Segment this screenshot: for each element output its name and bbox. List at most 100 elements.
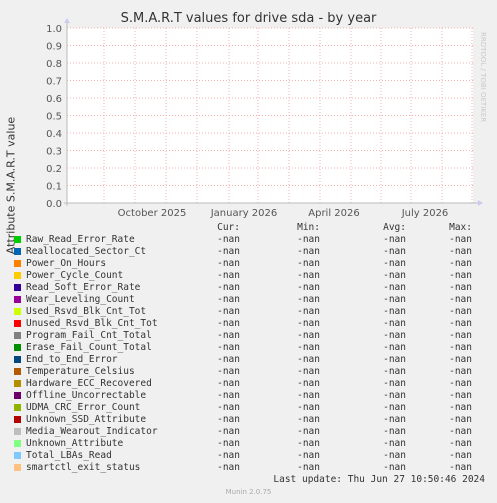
legend-series-name: smartctl_exit_status [26, 462, 141, 473]
legend-value-cur: -nan [217, 462, 240, 473]
legend-value-cur: -nan [217, 426, 240, 437]
legend-value-avg: -nan [383, 330, 406, 341]
legend-row: UDMA_CRC_Error_Count -nan -nan -nan -nan [0, 402, 497, 414]
legend-series-name: Used_Rsvd_Blk_Cnt_Tot [26, 306, 147, 317]
legend-value-cur: -nan [217, 438, 240, 449]
legend-row: Reallocated_Sector_Ct -nan -nan -nan -nan [0, 246, 497, 258]
legend-value-avg: -nan [383, 426, 406, 437]
legend-value-max: -nan [449, 234, 472, 245]
legend-row: Total_LBAs_Read -nan -nan -nan -nan [0, 450, 497, 462]
legend-value-cur: -nan [217, 414, 240, 425]
legend-value-cur: -nan [217, 294, 240, 305]
legend-swatch [14, 428, 21, 435]
legend-swatch [14, 404, 21, 411]
legend-value-avg: -nan [383, 450, 406, 461]
legend-swatch [14, 356, 21, 363]
legend-swatch [14, 308, 21, 315]
legend-series-name: Total_LBAs_Read [26, 450, 112, 461]
legend-row: Raw_Read_Error_Rate -nan -nan -nan -nan [0, 234, 497, 246]
legend-row: Unknown_Attribute -nan -nan -nan -nan [0, 438, 497, 450]
legend-series-name: End_to_End_Error [26, 354, 118, 365]
legend-value-min: -nan [297, 390, 320, 401]
legend-value-avg: -nan [383, 366, 406, 377]
legend-value-min: -nan [297, 246, 320, 257]
legend-series-name: UDMA_CRC_Error_Count [26, 402, 141, 413]
legend-value-cur: -nan [217, 234, 240, 245]
legend-swatch [14, 464, 21, 471]
y-tick-label: 0.0 [46, 199, 62, 210]
legend-value-min: -nan [297, 330, 320, 341]
legend-value-min: -nan [297, 318, 320, 329]
legend-value-max: -nan [449, 294, 472, 305]
legend-header-avg: Avg: [383, 222, 406, 233]
legend-value-min: -nan [297, 462, 320, 473]
legend-value-avg: -nan [383, 402, 406, 413]
legend-series-name: Hardware_ECC_Recovered [26, 378, 152, 389]
legend-swatch [14, 380, 21, 387]
legend-series-name: Unknown_SSD_Attribute [26, 414, 147, 425]
legend-series-name: Power_Cycle_Count [26, 270, 124, 281]
legend-value-min: -nan [297, 378, 320, 389]
legend-value-cur: -nan [217, 366, 240, 377]
legend-value-min: -nan [297, 294, 320, 305]
legend-value-min: -nan [297, 234, 320, 245]
legend-row: Temperature_Celsius -nan -nan -nan -nan [0, 366, 497, 378]
legend-swatch [14, 284, 21, 291]
legend-value-cur: -nan [217, 282, 240, 293]
legend-value-max: -nan [449, 270, 472, 281]
legend-value-max: -nan [449, 342, 472, 353]
legend-series-name: Unknown_Attribute [26, 438, 124, 449]
x-tick-label: July 2026 [401, 208, 449, 219]
legend-swatch [14, 392, 21, 399]
legend-value-cur: -nan [217, 354, 240, 365]
y-tick-label: 0.7 [46, 77, 62, 88]
legend-value-max: -nan [449, 354, 472, 365]
legend-value-max: -nan [449, 378, 472, 389]
legend-row: smartctl_exit_status -nan -nan -nan -nan [0, 462, 497, 474]
legend-value-max: -nan [449, 282, 472, 293]
legend-row: Offline_Uncorrectable -nan -nan -nan -nan [0, 390, 497, 402]
legend-value-min: -nan [297, 366, 320, 377]
legend-header-max: Max: [449, 222, 472, 233]
legend-swatch [14, 416, 21, 423]
legend-series-name: Erase_Fail_Count_Total [26, 342, 152, 353]
legend-value-avg: -nan [383, 438, 406, 449]
legend-value-avg: -nan [383, 246, 406, 257]
legend-series-name: Reallocated_Sector_Ct [26, 246, 147, 257]
legend-value-avg: -nan [383, 294, 406, 305]
legend-value-cur: -nan [217, 270, 240, 281]
legend-swatch [14, 332, 21, 339]
legend-value-max: -nan [449, 438, 472, 449]
y-tick-label: 0.3 [46, 147, 62, 158]
legend-value-max: -nan [449, 450, 472, 461]
legend-value-cur: -nan [217, 258, 240, 269]
legend-row: Power_Cycle_Count -nan -nan -nan -nan [0, 270, 497, 282]
legend-value-avg: -nan [383, 282, 406, 293]
legend-value-min: -nan [297, 306, 320, 317]
legend-value-max: -nan [449, 390, 472, 401]
legend-swatch [14, 440, 21, 447]
legend-value-min: -nan [297, 402, 320, 413]
legend-value-min: -nan [297, 426, 320, 437]
y-tick-label: 1.0 [46, 24, 62, 35]
legend-value-min: -nan [297, 354, 320, 365]
y-tick-label: 0.6 [46, 94, 62, 105]
legend-series-name: Program_Fail_Cnt_Total [26, 330, 152, 341]
legend-value-cur: -nan [217, 246, 240, 257]
legend-value-cur: -nan [217, 390, 240, 401]
legend-value-cur: -nan [217, 378, 240, 389]
legend-row: Read_Soft_Error_Rate -nan -nan -nan -nan [0, 282, 497, 294]
legend-value-avg: -nan [383, 306, 406, 317]
legend-row: Unknown_SSD_Attribute -nan -nan -nan -nan [0, 414, 497, 426]
legend-swatch [14, 260, 21, 267]
legend-value-cur: -nan [217, 306, 240, 317]
legend-value-cur: -nan [217, 402, 240, 413]
legend-value-avg: -nan [383, 414, 406, 425]
x-tick-label: October 2025 [118, 208, 187, 219]
legend-swatch [14, 320, 21, 327]
legend-swatch [14, 344, 21, 351]
y-tick-label: 0.1 [46, 182, 62, 193]
x-axis-arrow [478, 200, 483, 206]
legend-value-max: -nan [449, 462, 472, 473]
legend-row: End_to_End_Error -nan -nan -nan -nan [0, 354, 497, 366]
